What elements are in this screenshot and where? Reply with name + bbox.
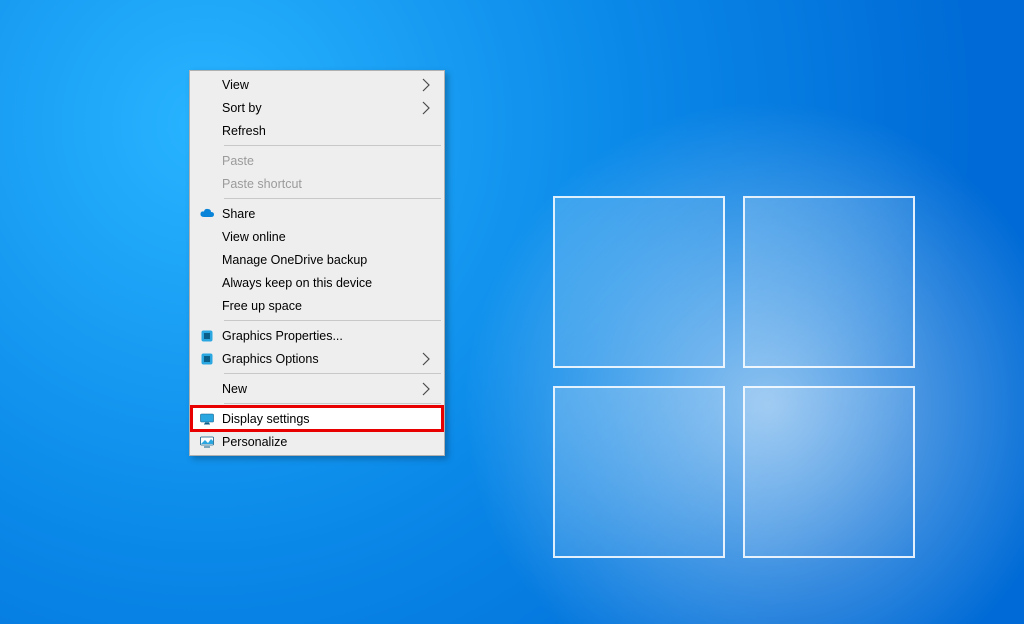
menu-item-label: Paste shortcut bbox=[222, 177, 434, 191]
menu-item-label: View online bbox=[222, 230, 434, 244]
personalize-icon bbox=[192, 434, 222, 450]
windows-logo-pane bbox=[553, 386, 725, 558]
menu-separator bbox=[224, 198, 441, 199]
menu-item-graphics-options[interactable]: Graphics Options bbox=[192, 347, 442, 370]
menu-item-paste: Paste bbox=[192, 149, 442, 172]
menu-item-label: Graphics Options bbox=[222, 352, 418, 366]
menu-item-label: Manage OneDrive backup bbox=[222, 253, 434, 267]
chevron-right-icon bbox=[418, 100, 434, 116]
windows-logo-pane bbox=[743, 196, 915, 368]
windows-logo-pane bbox=[743, 386, 915, 558]
menu-item-label: Share bbox=[222, 207, 434, 221]
desktop-context-menu: View Sort by Refresh Paste Paste bbox=[189, 70, 445, 456]
menu-separator bbox=[224, 373, 441, 374]
menu-item-label: View bbox=[222, 78, 418, 92]
menu-item-always-keep[interactable]: Always keep on this device bbox=[192, 271, 442, 294]
menu-item-manage-onedrive[interactable]: Manage OneDrive backup bbox=[192, 248, 442, 271]
desktop-wallpaper[interactable]: View Sort by Refresh Paste Paste bbox=[0, 0, 1024, 624]
menu-separator bbox=[224, 320, 441, 321]
menu-item-sort-by[interactable]: Sort by bbox=[192, 96, 442, 119]
menu-separator bbox=[224, 145, 441, 146]
menu-item-view[interactable]: View bbox=[192, 73, 442, 96]
chip-icon bbox=[192, 328, 222, 344]
menu-item-label: New bbox=[222, 382, 418, 396]
menu-item-paste-shortcut: Paste shortcut bbox=[192, 172, 442, 195]
menu-item-label: Sort by bbox=[222, 101, 418, 115]
menu-item-new[interactable]: New bbox=[192, 377, 442, 400]
chevron-right-icon bbox=[418, 351, 434, 367]
monitor-icon bbox=[192, 411, 222, 427]
menu-item-share[interactable]: Share bbox=[192, 202, 442, 225]
menu-item-label: Display settings bbox=[222, 412, 434, 426]
menu-item-label: Graphics Properties... bbox=[222, 329, 434, 343]
menu-item-graphics-properties[interactable]: Graphics Properties... bbox=[192, 324, 442, 347]
menu-item-personalize[interactable]: Personalize bbox=[192, 430, 442, 453]
chevron-right-icon bbox=[418, 77, 434, 93]
cloud-icon bbox=[192, 206, 222, 222]
chip-icon bbox=[192, 351, 222, 367]
windows-logo-pane bbox=[553, 196, 725, 368]
menu-item-refresh[interactable]: Refresh bbox=[192, 119, 442, 142]
menu-separator bbox=[224, 403, 441, 404]
chevron-right-icon bbox=[418, 381, 434, 397]
menu-item-label: Personalize bbox=[222, 435, 434, 449]
menu-item-label: Always keep on this device bbox=[222, 276, 434, 290]
menu-item-label: Free up space bbox=[222, 299, 434, 313]
menu-item-label: Paste bbox=[222, 154, 434, 168]
windows-logo bbox=[553, 196, 915, 558]
menu-item-view-online[interactable]: View online bbox=[192, 225, 442, 248]
menu-item-free-up-space[interactable]: Free up space bbox=[192, 294, 442, 317]
menu-item-label: Refresh bbox=[222, 124, 434, 138]
menu-item-display-settings[interactable]: Display settings bbox=[192, 407, 442, 430]
